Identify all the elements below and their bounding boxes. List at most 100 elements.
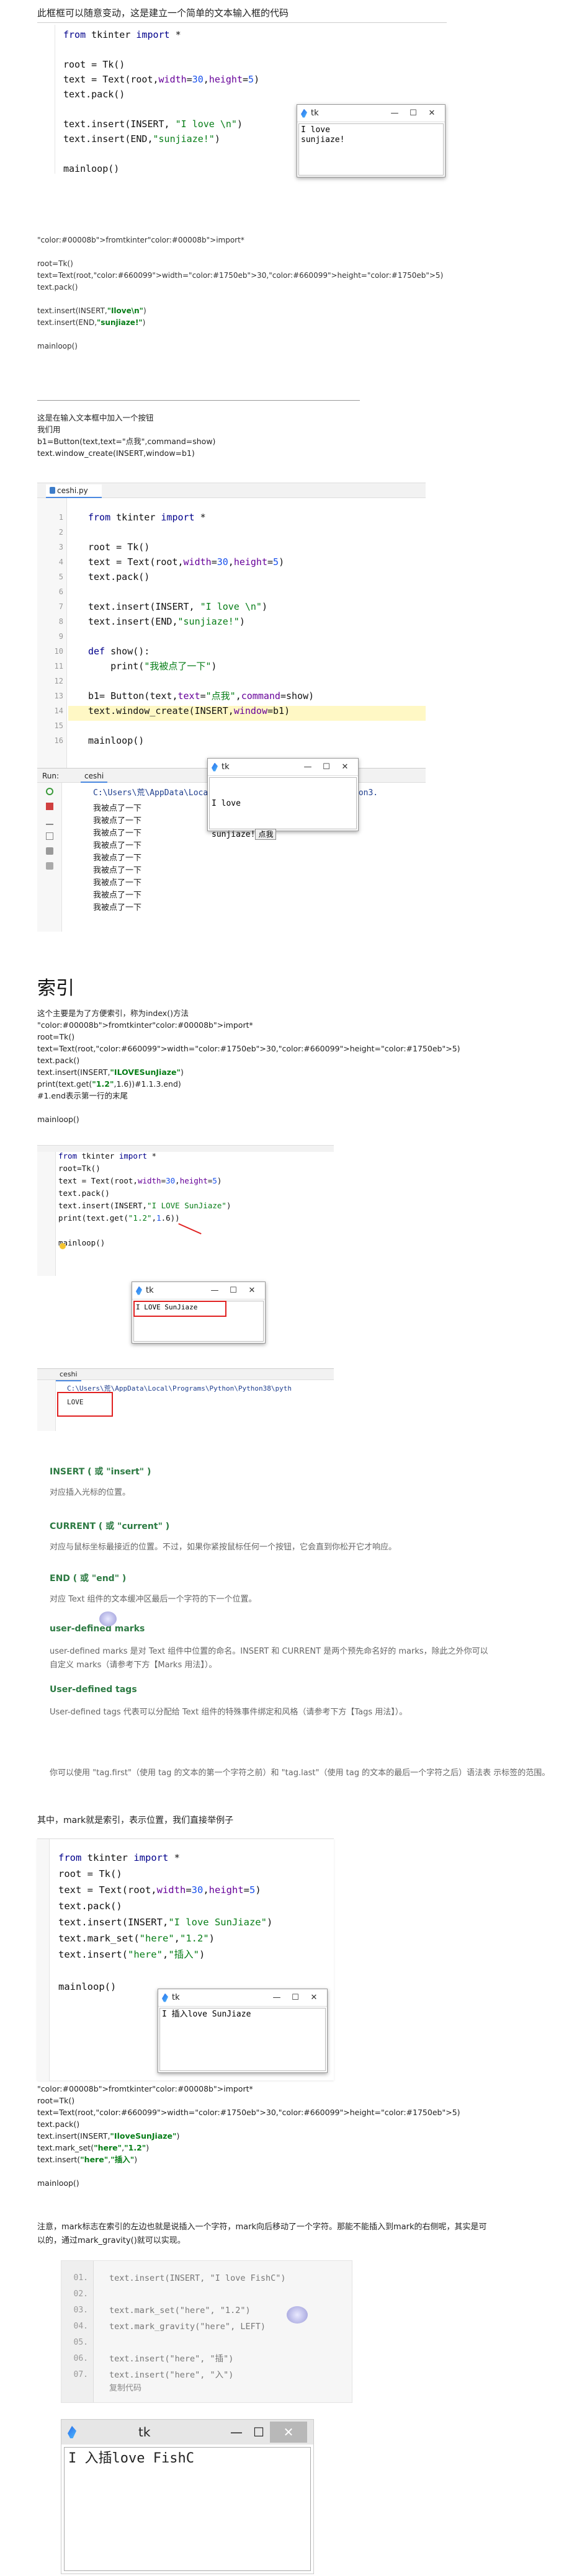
text-widget[interactable]: I love sunjiaze! 点我: [209, 777, 357, 840]
code-line: 我被点了一下: [93, 853, 142, 863]
code-line: 我被点了一下: [93, 816, 142, 826]
line-numbers: 01. 02. 03. 04. 05. 06. 07.: [66, 2270, 88, 2383]
maximize-button[interactable]: ☐: [404, 109, 423, 118]
rerun-icon[interactable]: [46, 788, 53, 795]
code-line: print(text.get("1.2",1.6))#1.1.3.end): [37, 1079, 181, 1089]
minimize-button[interactable]: —: [205, 1286, 224, 1295]
code-line: root=Tk(): [37, 2096, 75, 2105]
note-text: 注意，mark标志在索引的左边也就是说插入一个字符，mark向后移动了一个字符。…: [37, 2222, 487, 2245]
soft-wrap-icon[interactable]: [46, 832, 53, 840]
tk-window-2: tk — ☐ ✕ I love sunjiaze! 点我: [207, 758, 359, 840]
code-line: text.pack(): [58, 1188, 110, 1198]
text-widget[interactable]: I 插入love SunJiaze: [159, 2008, 326, 2071]
code-line: text.insert(INSERT,"ILOVESunJiaze"): [37, 1067, 184, 1077]
code-line: text.insert("here","插入"): [37, 2155, 138, 2164]
code-line: 4: [58, 558, 63, 566]
code-line: text.insert(INSERT, "I love FishC"): [109, 2273, 286, 2283]
tk-window-4: tk — ☐ ✕ I 插入love SunJiaze: [158, 1989, 328, 2073]
feather-icon: [212, 762, 218, 772]
code-line: text.pack(): [58, 1901, 122, 1912]
code-line: text = Text(root,width=30,height=5): [58, 1176, 222, 1185]
maximize-button[interactable]: ☐: [248, 2425, 270, 2440]
mark-intro: 其中，mark就是索引，表示位置，我们直接举例子: [37, 1816, 234, 1825]
code-line: 我被点了一下: [93, 841, 142, 850]
code-line: root=Tk(): [58, 1164, 101, 1173]
trash-icon[interactable]: [46, 862, 53, 870]
close-button[interactable]: ✕: [243, 1286, 261, 1295]
code-line: 03.: [73, 2306, 88, 2315]
window-title: tk: [146, 1286, 154, 1295]
divider: [37, 22, 447, 23]
code-line: root = Tk(): [58, 1868, 122, 1879]
code-line: 7: [58, 602, 63, 611]
code-line: text.mark_set("here","1.2"): [37, 2143, 150, 2152]
close-button[interactable]: ✕: [305, 1993, 323, 2002]
click-me-button[interactable]: 点我: [255, 829, 277, 840]
minimize-button[interactable]: —: [385, 109, 404, 118]
run-label: Run:: [42, 772, 60, 780]
code-line: b1= Button(text,text="点我",command=show): [88, 690, 315, 702]
code-line: text=Text(root,"color:#660099">width="co…: [37, 271, 444, 280]
code-line: text.insert(INSERT,"IloveSunJiaze"): [37, 2131, 180, 2141]
copy-code-link[interactable]: 复制代码: [109, 2383, 141, 2394]
mark-description: 对应与鼠标坐标最接近的位置。不过，如果你紧按鼠标任何一个按钮，它会直到你松开它才…: [50, 1543, 397, 1552]
code-line: 06.: [73, 2354, 88, 2363]
code-line: 11: [54, 662, 63, 671]
code-line: text = Text(root,width=30,height=5): [63, 74, 260, 85]
scroll-end-icon[interactable]: [46, 818, 53, 825]
section-2-text: 这是在输入文本框中加入一个按钮 我们用 b1=Button(text,text="点…: [37, 412, 215, 459]
code-line: from tkinter import *: [63, 29, 181, 40]
stop-icon[interactable]: [46, 803, 53, 810]
code-line: text.pack(): [37, 2119, 80, 2129]
code-line: 15: [54, 721, 63, 730]
text-widget[interactable]: I love sunjiaze!: [298, 123, 444, 176]
code-line: text.insert(END,"sunjiaze!"): [88, 616, 245, 627]
code-line: 6: [58, 587, 63, 596]
maximize-button[interactable]: ☐: [317, 762, 336, 772]
print-icon[interactable]: [46, 847, 53, 855]
code-line: text.pack(): [63, 89, 125, 100]
code-line: text.window_create(INSERT,window=b1): [37, 448, 195, 458]
mascot-icon: [99, 1611, 117, 1626]
code-line: print(text.get("1.2",1.6)): [58, 1213, 180, 1223]
tab-run-ceshi[interactable]: ceshi: [56, 1369, 81, 1381]
code-line: from tkinter import *: [58, 1852, 180, 1863]
code-line: 我被点了一下: [93, 804, 142, 813]
code-line: 04.: [73, 2322, 88, 2331]
run-toolbar: [37, 783, 62, 932]
minimize-button[interactable]: —: [298, 762, 317, 772]
text-widget[interactable]: I 入插love FishC: [64, 2447, 311, 2571]
run-output: 我被点了一下 我被点了一下 我被点了一下 我被点了一下 我被点了一下 我被点了一下 我被点了…: [93, 803, 141, 914]
code-line: 我被点了一下: [93, 891, 142, 900]
close-button[interactable]: ✕: [270, 2422, 307, 2443]
code-line: 我被点了一下: [93, 866, 142, 875]
mark-description: 对应插入光标的位置。: [50, 1488, 131, 1497]
code-line: 01.: [73, 2273, 88, 2283]
tab-run-ceshi[interactable]: ceshi: [81, 770, 108, 783]
maximize-button[interactable]: ☐: [286, 1993, 305, 2002]
code-line: root=Tk(): [37, 259, 73, 268]
mark-description: user-defined marks 是对 Text 组件中位置的命名。INSE…: [50, 1647, 488, 1670]
tk-window-3: tk — ☐ ✕ I LOVE SunJiaze: [132, 1281, 266, 1344]
code-line: 我被点了一下: [93, 829, 142, 838]
divider: [37, 400, 360, 401]
tk-window-5: tk — ☐ ✕ I 入插love FishC: [61, 2419, 314, 2574]
code-line: text.mark_gravity("here", LEFT): [109, 2322, 266, 2332]
maximize-button[interactable]: ☐: [224, 1286, 243, 1295]
code-line: text=Text(root,"color:#660099">width="co…: [37, 1044, 460, 1053]
close-button[interactable]: ✕: [423, 109, 441, 118]
minimize-button[interactable]: —: [267, 1993, 286, 2002]
code-line: mainloop(): [37, 1115, 79, 1124]
code-line: 05.: [73, 2338, 88, 2347]
code-4: text.insert(INSERT, "I love FishC") text…: [109, 2270, 285, 2383]
code-line: 14: [54, 706, 63, 715]
close-button[interactable]: ✕: [336, 762, 354, 772]
minimize-button[interactable]: —: [225, 2425, 248, 2440]
